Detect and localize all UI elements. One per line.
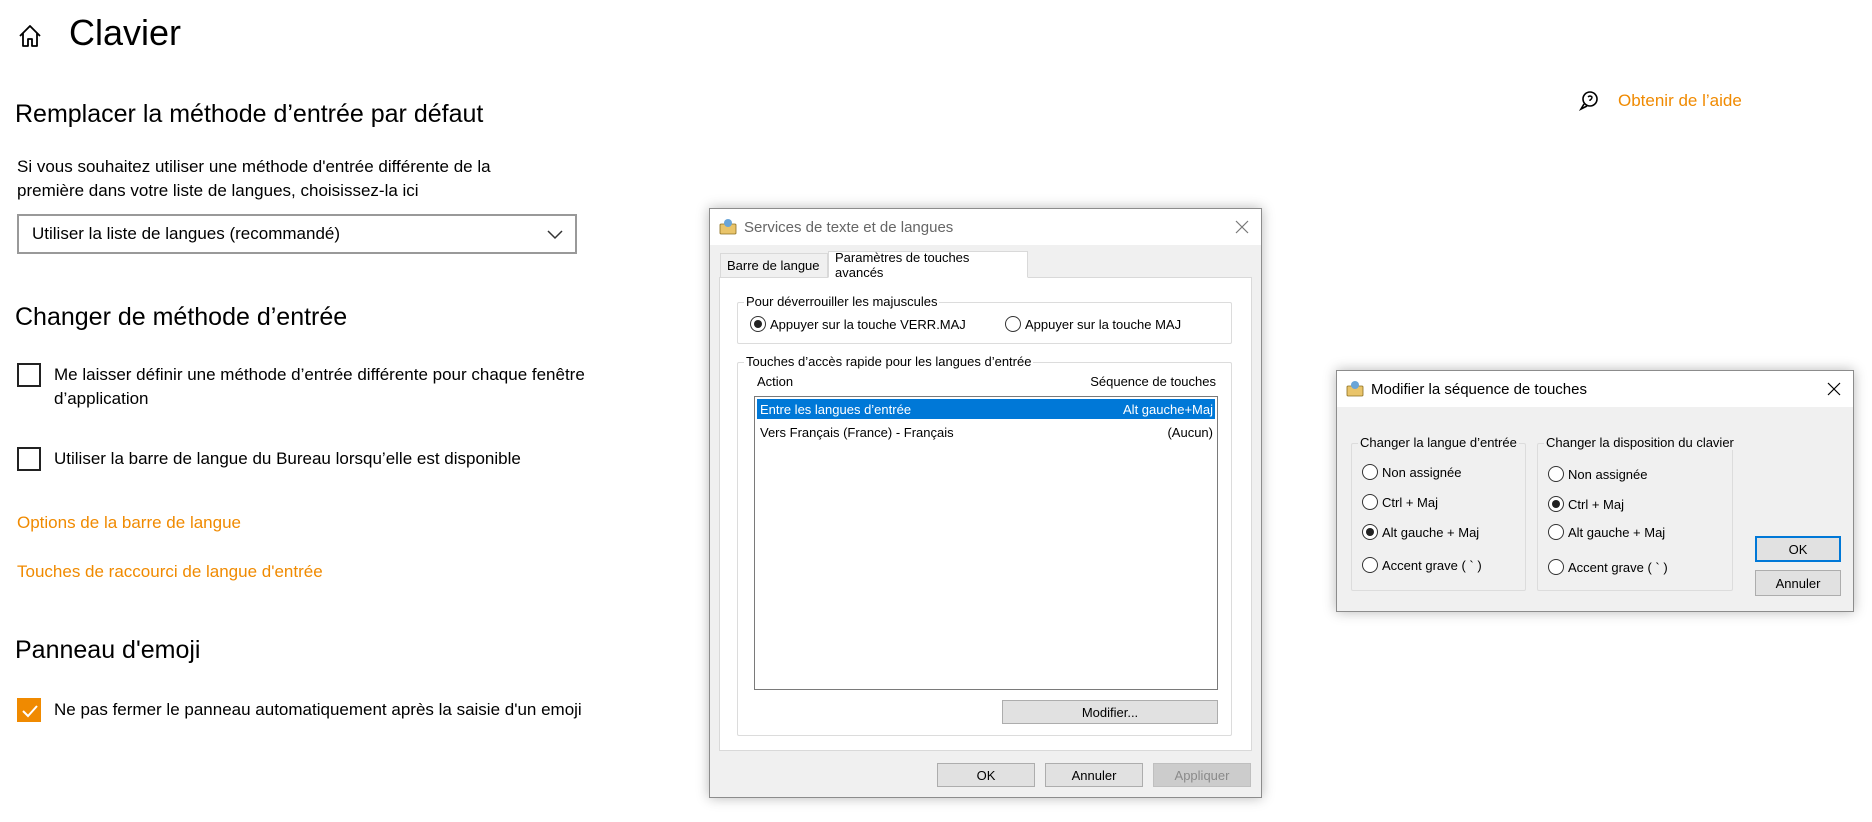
list-item-action: Entre les langues d’entrée (760, 401, 912, 417)
column-action-header: Action (757, 374, 794, 389)
radio-circle[interactable] (1362, 464, 1378, 480)
radio-capslock-circle[interactable] (750, 316, 766, 332)
radio-shift-label: Appuyer sur la touche MAJ (1025, 316, 1182, 332)
section-heading-switch: Changer de méthode d’entrée (15, 303, 348, 331)
radio-label: Accent grave ( ` ) (1568, 559, 1668, 575)
tab-language-bar[interactable]: Barre de langue (720, 253, 828, 277)
help-link[interactable]: Obtenir de l’aide (1578, 90, 1742, 112)
radio-circle[interactable] (1548, 466, 1564, 482)
radio-circle[interactable] (1362, 557, 1378, 573)
checkbox-row-emoji[interactable]: Ne pas fermer le panneau automatiquement… (17, 698, 657, 722)
hotkeys-group: Touches d’accès rapide pour les langues … (737, 354, 1232, 736)
text-services-dialog: Services de texte et de langues Barre de… (709, 208, 1262, 798)
radio-label: Alt gauche + Maj (1568, 524, 1666, 540)
checkmark-icon (22, 705, 38, 718)
radio-capslock-label: Appuyer sur la touche VERR.MAJ (770, 316, 966, 332)
list-item-sequence: Alt gauche+Maj (1123, 401, 1213, 417)
list-item[interactable]: Vers Français (France) - Français (Aucun… (757, 422, 1215, 442)
checkbox-row-langbar[interactable]: Utiliser la barre de langue du Bureau lo… (17, 447, 617, 471)
dialog-titlebar[interactable]: Modifier la séquence de touches (1337, 371, 1853, 407)
caps-group-label: Pour déverrouiller les majuscules (744, 294, 940, 309)
radio-circle[interactable] (1548, 559, 1564, 575)
list-item-action: Vers Français (France) - Français (760, 424, 954, 440)
ok-button[interactable]: OK (1755, 536, 1841, 562)
key-sequence-dialog: Modifier la séquence de touches Changer … (1336, 370, 1854, 612)
checkbox-per-app[interactable] (17, 363, 41, 387)
radio-layout-alt-shift[interactable]: Alt gauche + Maj (1548, 524, 1665, 540)
keyboard-app-icon (1346, 381, 1364, 397)
hotkeys-list[interactable]: Entre les langues d’entrée Alt gauche+Ma… (754, 396, 1218, 690)
radio-circle[interactable] (1362, 524, 1378, 540)
input-language-group: Changer la langue d’entrée Non assignée … (1351, 435, 1526, 591)
checkbox-emoji-keep-open[interactable] (17, 698, 41, 722)
langbar-options-link[interactable]: Options de la barre de langue (17, 513, 241, 533)
caps-unlock-group: Pour déverrouiller les majuscules Appuye… (737, 294, 1232, 344)
radio-label: Ctrl + Maj (1568, 496, 1624, 512)
radio-layout-none[interactable]: Non assignée (1548, 466, 1648, 482)
tab-advanced-keys[interactable]: Paramètres de touches avancés (828, 250, 1028, 280)
input-method-dropdown[interactable]: Utiliser la liste de langues (recommandé… (17, 214, 577, 254)
section-heading-emoji: Panneau d'emoji (15, 636, 201, 664)
apply-button[interactable]: Appliquer (1153, 763, 1251, 787)
checkbox-emoji-label: Ne pas fermer le panneau automatiquement… (54, 700, 582, 719)
list-item-sequence: (Aucun) (1167, 424, 1213, 440)
keyboard-app-icon (719, 219, 737, 235)
checkbox-per-app-label: Me laisser définir une méthode d’entrée … (54, 365, 585, 408)
radio-capslock[interactable]: Appuyer sur la touche VERR.MAJ (750, 316, 966, 332)
radio-layout-ctrl-shift[interactable]: Ctrl + Maj (1548, 496, 1624, 512)
page-title: Clavier (69, 12, 182, 53)
radio-circle[interactable] (1548, 496, 1564, 512)
close-icon[interactable] (1825, 380, 1843, 398)
tab-panel: Pour déverrouiller les majuscules Appuye… (719, 277, 1252, 751)
keyboard-layout-group: Changer la disposition du clavier Non as… (1537, 435, 1736, 591)
override-description: Si vous souhaitez utiliser une méthode d… (17, 157, 491, 200)
keyboard-layout-group-label: Changer la disposition du clavier (1544, 435, 1736, 450)
radio-lang-grave[interactable]: Accent grave ( ` ) (1362, 557, 1482, 573)
radio-layout-grave[interactable]: Accent grave ( ` ) (1548, 559, 1668, 575)
hotkeys-group-label: Touches d’accès rapide pour les langues … (744, 354, 1034, 369)
radio-label: Accent grave ( ` ) (1382, 557, 1482, 573)
radio-label: Non assignée (1382, 464, 1462, 480)
close-icon[interactable] (1233, 218, 1251, 236)
help-chat-icon (1578, 91, 1598, 111)
dialog-titlebar[interactable]: Services de texte et de langues (710, 209, 1261, 245)
input-language-group-label: Changer la langue d’entrée (1358, 435, 1519, 450)
checkbox-langbar[interactable] (17, 447, 41, 471)
column-sequence-header: Séquence de touches (1090, 374, 1216, 389)
radio-lang-ctrl-shift[interactable]: Ctrl + Maj (1362, 494, 1438, 510)
dialog-title: Modifier la séquence de touches (1371, 380, 1587, 398)
modify-button[interactable]: Modifier... (1002, 700, 1218, 724)
radio-circle[interactable] (1548, 524, 1564, 540)
help-link-label: Obtenir de l’aide (1618, 91, 1742, 110)
radio-lang-none[interactable]: Non assignée (1362, 464, 1462, 480)
section-heading-override: Remplacer la méthode d’entrée par défaut (15, 100, 484, 128)
radio-circle[interactable] (1362, 494, 1378, 510)
radio-shift-circle[interactable] (1005, 316, 1021, 332)
dropdown-value: Utiliser la liste de langues (recommandé… (32, 224, 341, 243)
radio-lang-alt-shift[interactable]: Alt gauche + Maj (1362, 524, 1479, 540)
checkbox-row-per-app[interactable]: Me laisser définir une méthode d’entrée … (17, 363, 597, 411)
cancel-button[interactable]: Annuler (1045, 763, 1143, 787)
checkbox-langbar-label: Utiliser la barre de langue du Bureau lo… (54, 449, 521, 468)
radio-label: Ctrl + Maj (1382, 494, 1438, 510)
ok-button[interactable]: OK (937, 763, 1035, 787)
radio-label: Alt gauche + Maj (1382, 524, 1480, 540)
radio-label: Non assignée (1568, 466, 1648, 482)
home-icon[interactable] (16, 22, 44, 50)
dialog-title: Services de texte et de langues (744, 218, 954, 236)
radio-shift[interactable]: Appuyer sur la touche MAJ (1005, 316, 1181, 332)
input-hotkeys-link[interactable]: Touches de raccourci de langue d'entrée (17, 562, 323, 582)
chevron-down-icon (547, 230, 563, 240)
cancel-button[interactable]: Annuler (1755, 570, 1841, 596)
list-item[interactable]: Entre les langues d’entrée Alt gauche+Ma… (757, 399, 1215, 419)
